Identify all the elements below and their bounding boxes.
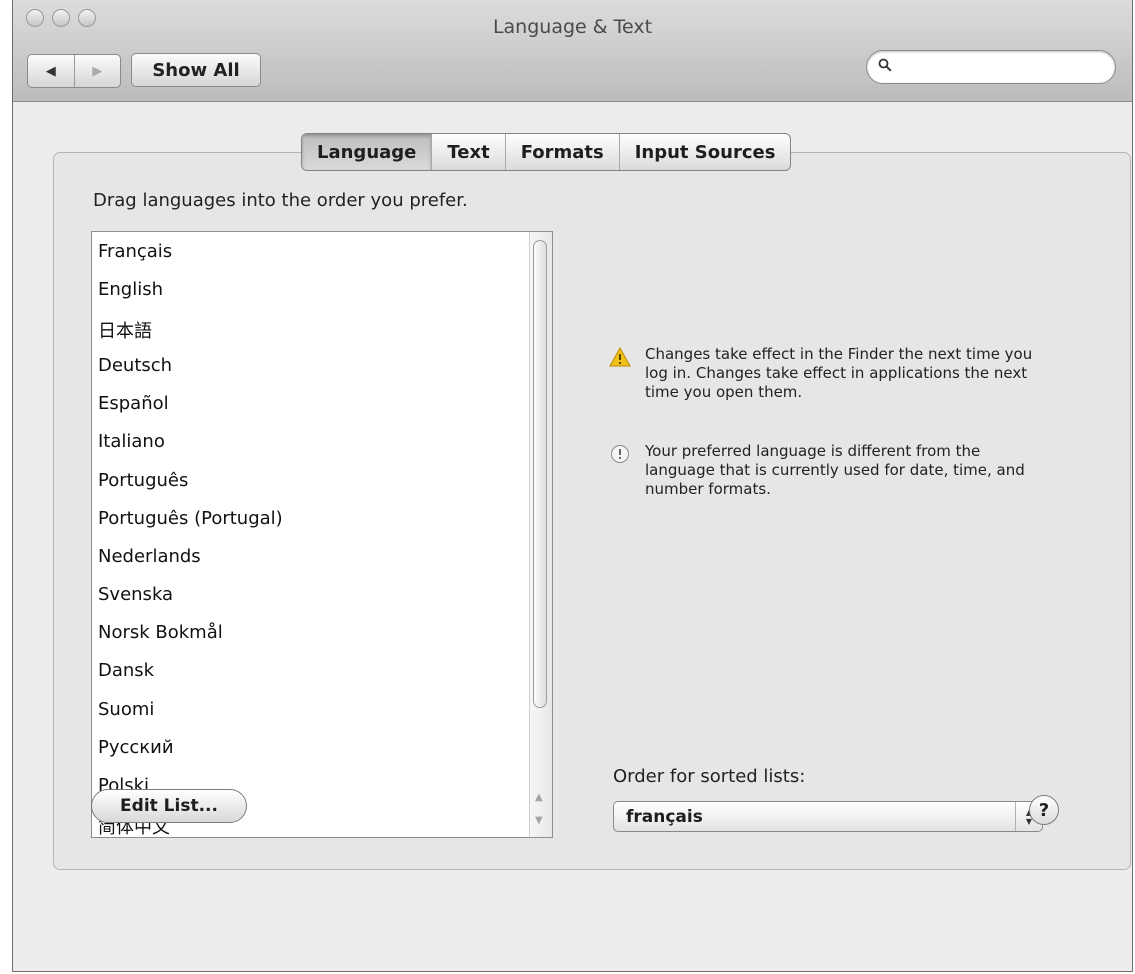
tab-bar: Language Text Formats Input Sources (301, 133, 792, 171)
list-item[interactable]: Svenska (98, 584, 173, 605)
list-item[interactable]: Italiano (98, 431, 165, 452)
back-button[interactable]: ◀ (28, 55, 74, 87)
help-button[interactable]: ? (1029, 795, 1059, 825)
instructions-label: Drag languages into the order you prefer… (93, 190, 468, 211)
tab-text[interactable]: Text (431, 134, 504, 170)
format-mismatch-text: Your preferred language is different fro… (645, 442, 1025, 498)
list-scrollbar[interactable]: ▲ ▼ (529, 232, 552, 837)
scroll-up-arrow-icon[interactable]: ▲ (535, 793, 543, 803)
list-item[interactable]: English (98, 279, 163, 300)
search-input[interactable] (901, 55, 1105, 81)
tab-language[interactable]: Language (302, 134, 432, 170)
edit-list-button[interactable]: Edit List... (91, 789, 247, 823)
sort-order-value: français (626, 807, 703, 827)
preferences-window: Language & Text ◀ ▶ Show All Language Te… (12, 0, 1133, 972)
list-item[interactable]: Nederlands (98, 546, 201, 567)
show-all-button[interactable]: Show All (131, 53, 261, 87)
history-navigation: ◀ ▶ (27, 54, 121, 88)
list-item[interactable]: Português (98, 470, 188, 491)
forward-button[interactable]: ▶ (73, 55, 121, 87)
list-item[interactable]: Dansk (98, 660, 154, 681)
list-item[interactable]: Suomi (98, 699, 154, 720)
window-title: Language & Text (492, 16, 653, 38)
list-item[interactable]: 日本語 (98, 317, 152, 343)
list-item[interactable]: Español (98, 393, 169, 414)
tab-formats[interactable]: Formats (504, 134, 619, 170)
sort-order-select[interactable]: français ▲▼ (613, 801, 1043, 832)
warning-icon (609, 347, 631, 367)
sort-order-label: Order for sorted lists: (613, 766, 806, 787)
search-field[interactable] (866, 50, 1116, 84)
list-item[interactable]: Norsk Bokmål (98, 622, 223, 643)
list-item[interactable]: Português (Portugal) (98, 508, 283, 529)
list-item[interactable]: Deutsch (98, 355, 172, 376)
warning-text: Changes take effect in the Finder the ne… (645, 345, 1033, 401)
scroll-down-arrow-icon[interactable]: ▼ (535, 816, 543, 826)
search-icon (878, 58, 892, 72)
scrollbar-thumb[interactable] (533, 240, 547, 708)
tab-input-sources[interactable]: Input Sources (618, 134, 791, 170)
back-arrow-icon: ◀ (45, 63, 56, 79)
list-item[interactable]: Français (98, 241, 172, 262)
toolbar: Language & Text ◀ ▶ Show All (13, 0, 1132, 102)
list-item[interactable]: Русский (98, 737, 174, 758)
language-list[interactable]: Français English 日本語 Deutsch Español Ita… (91, 231, 553, 838)
forward-arrow-icon: ▶ (92, 63, 103, 79)
exclamation-circle-icon (611, 445, 629, 463)
